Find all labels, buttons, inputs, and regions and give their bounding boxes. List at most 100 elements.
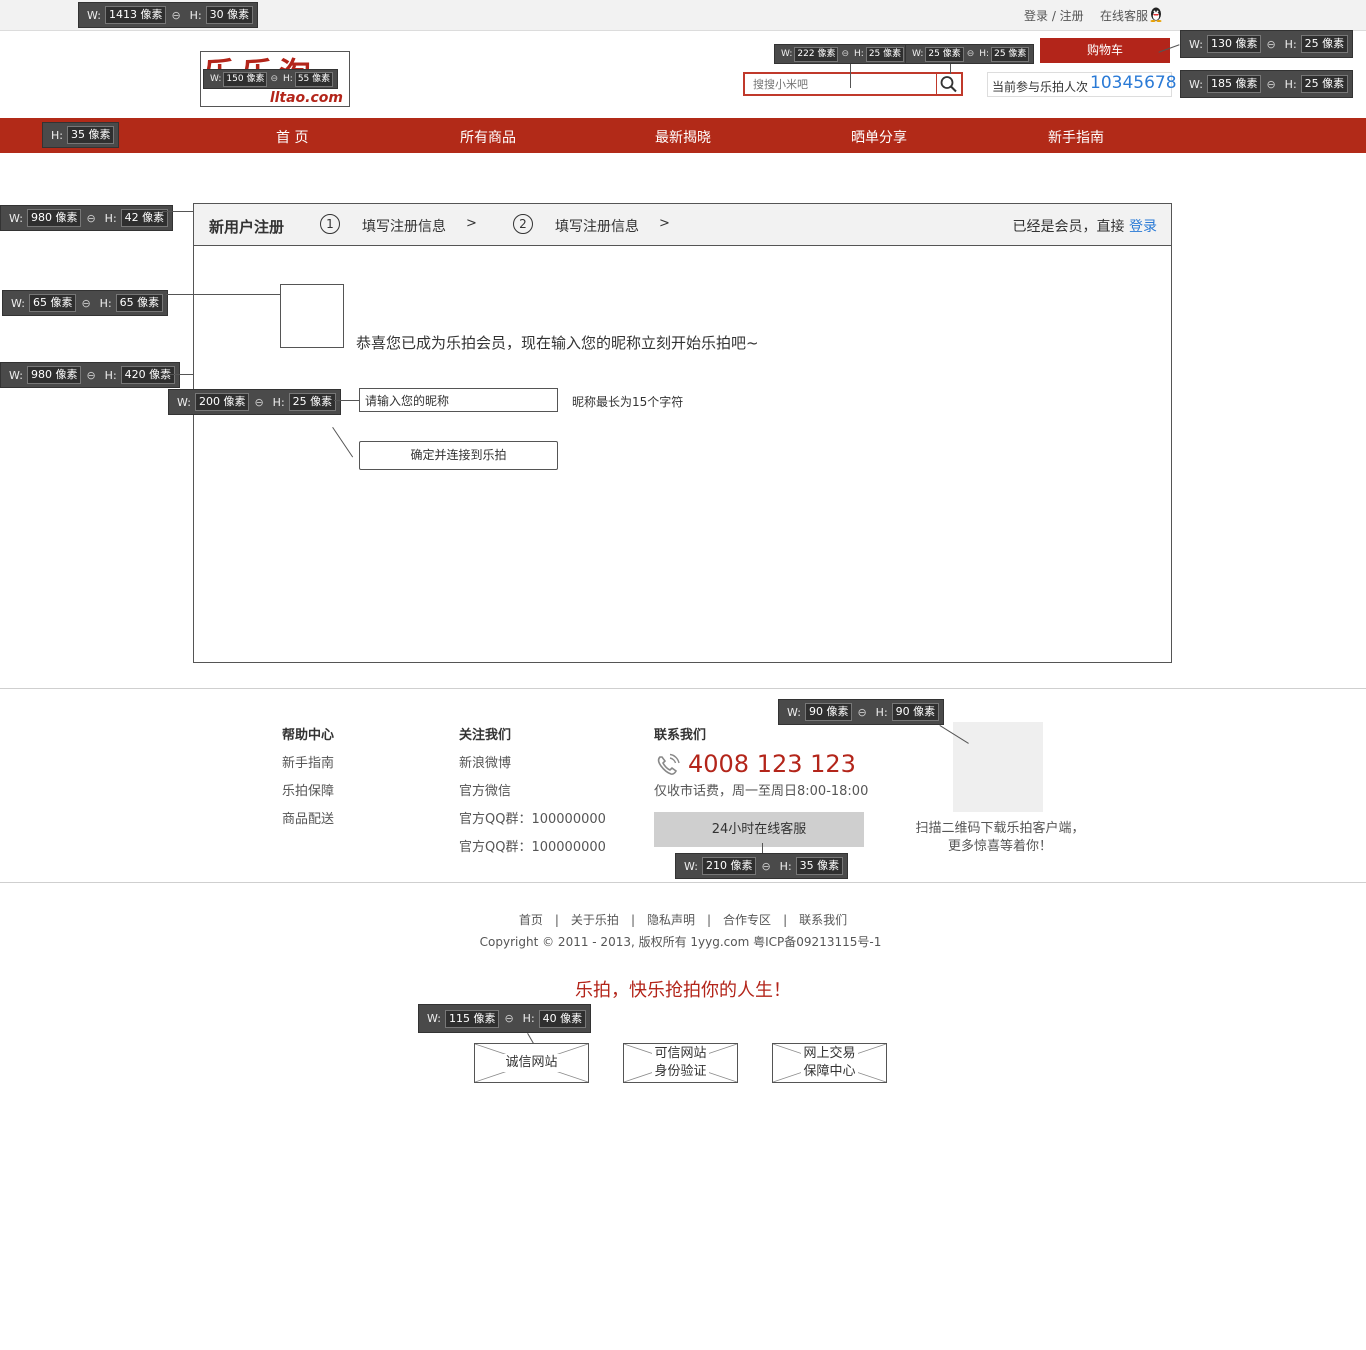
dimension-tag-panel: W: 980 像素 ⊖ H: 420 像素 xyxy=(0,362,181,388)
width-value: 1413 像素 xyxy=(104,6,167,24)
nav-latest-reveal[interactable]: 最新揭晓 xyxy=(655,127,711,147)
dimension-tag-cart: W: 130 像素 ⊖ H: 25 像素 xyxy=(1180,30,1354,58)
width-label: W: xyxy=(9,211,23,225)
height-label: H: xyxy=(854,49,864,59)
online-service-link[interactable]: 在线客服 xyxy=(1100,7,1148,24)
dimension-tag-service-button: W: 210 像素 ⊖ H: 35 像素 xyxy=(675,853,849,879)
follow-link-weibo[interactable]: 新浪微博 xyxy=(459,752,511,771)
help-link-delivery[interactable]: 商品配送 xyxy=(282,808,334,827)
width-label: W: xyxy=(210,74,222,84)
nav-home[interactable]: 首 页 xyxy=(276,127,308,147)
badge-identity-verified-label: 可信网站 身份验证 xyxy=(652,1045,709,1081)
width-value: 200 像素 xyxy=(194,393,250,411)
height-value: 25 像素 xyxy=(991,46,1030,62)
height-value: 25 像素 xyxy=(865,46,905,62)
dimension-tag-qr: W: 90 像素 ⊖ H: 90 像素 xyxy=(778,699,945,725)
dimension-tag-counter: W: 185 像素 ⊖ H: 25 像素 xyxy=(1180,70,1354,98)
help-link-guide[interactable]: 新手指南 xyxy=(282,752,334,771)
follow-link-wechat[interactable]: 官方微信 xyxy=(459,780,511,799)
width-value: 150 像素 xyxy=(223,71,268,87)
height-value: 25 像素 xyxy=(1300,75,1349,93)
link-chain-icon: ⊖ xyxy=(171,8,181,22)
link-chain-icon: ⊖ xyxy=(761,859,771,873)
link-chain-icon: ⊖ xyxy=(1266,77,1276,91)
online-service-button[interactable]: 24小时在线客服 xyxy=(654,812,864,847)
follow-link-qq-group-1[interactable]: 官方QQ群：100000000 xyxy=(459,808,606,827)
nickname-input[interactable] xyxy=(359,388,558,412)
login-link[interactable]: 登录 xyxy=(1129,219,1157,235)
footer-links: 首页 | 关于乐拍 | 隐私声明 | 合作专区 | 联系我们 xyxy=(0,911,1366,928)
counter-value: 10345678 xyxy=(1090,73,1177,93)
search-button[interactable] xyxy=(936,74,961,94)
footer-link-separator: | xyxy=(707,913,712,927)
height-value: 35 像素 xyxy=(66,126,115,144)
register-title: 新用户注册 xyxy=(209,218,285,236)
login-register-link[interactable]: 登录 / 注册 xyxy=(1024,7,1084,24)
contact-us-title: 联系我们 xyxy=(654,728,707,743)
footer-link-separator: | xyxy=(783,913,788,927)
footer-link-about[interactable]: 关于乐拍 xyxy=(571,913,619,927)
nickname-hint: 昵称最长为15个字符 xyxy=(572,395,684,409)
help-link-guarantee[interactable]: 乐拍保障 xyxy=(282,780,334,799)
height-value: 40 像素 xyxy=(538,1009,587,1028)
height-label: H: xyxy=(283,74,293,84)
width-label: W: xyxy=(1189,77,1203,91)
height-value: 25 像素 xyxy=(288,393,337,411)
footer-link-home[interactable]: 首页 xyxy=(519,913,543,927)
width-value: 980 像素 xyxy=(26,209,82,227)
footer-link-cooperation[interactable]: 合作专区 xyxy=(723,913,771,927)
nav-all-products[interactable]: 所有商品 xyxy=(460,127,516,147)
search-input[interactable] xyxy=(745,74,951,94)
cart-button[interactable]: 购物车 xyxy=(1040,38,1170,63)
width-label: W: xyxy=(11,296,25,310)
dimension-tag-search-button: W: 25 像素 ⊖ H: 25 像素 xyxy=(905,44,1035,64)
width-label: W: xyxy=(427,1012,441,1025)
width-value: 980 像素 xyxy=(26,366,82,384)
width-value: 90 像素 xyxy=(804,703,853,721)
avatar-placeholder xyxy=(280,284,344,348)
height-label: H: xyxy=(1284,37,1297,51)
width-value: 130 像素 xyxy=(1206,35,1262,53)
nav-share[interactable]: 晒单分享 xyxy=(851,127,907,147)
width-label: W: xyxy=(9,368,23,382)
dimension-tag-topbar: W: 1413 像素 ⊖ H: 30 像素 xyxy=(78,2,259,28)
dimension-tag-nav: H: 35 像素 xyxy=(42,122,120,148)
hotline-number: 4008 123 123 xyxy=(688,750,856,778)
height-label: H: xyxy=(875,705,888,719)
follow-us-title: 关注我们 xyxy=(459,728,512,743)
height-label: H: xyxy=(272,395,285,409)
width-value: 25 像素 xyxy=(925,46,964,62)
qq-penguin-icon[interactable] xyxy=(1149,6,1163,22)
height-label: H: xyxy=(522,1012,535,1025)
link-chain-icon: ⊖ xyxy=(1266,37,1276,51)
width-label: W: xyxy=(177,395,191,409)
footer-link-privacy[interactable]: 隐私声明 xyxy=(647,913,695,927)
link-chain-icon: ⊖ xyxy=(86,211,96,225)
width-label: W: xyxy=(912,49,924,59)
footer-link-separator: | xyxy=(554,913,559,927)
height-value: 420 像素 xyxy=(120,366,176,384)
link-chain-icon: ⊖ xyxy=(504,1012,514,1025)
dimension-tag-badge: W: 115 像素 ⊖ H: 40 像素 xyxy=(418,1004,592,1033)
annotation-leader xyxy=(762,843,763,853)
footer-link-contact[interactable]: 联系我们 xyxy=(799,913,847,927)
main-nav: 首 页 所有商品 最新揭晓 晒单分享 新手指南 xyxy=(0,118,1366,153)
badge-transaction-guarantee[interactable]: 网上交易 保障中心 xyxy=(772,1043,887,1083)
footer-link-separator: | xyxy=(630,913,635,927)
step-1-number: 1 xyxy=(320,214,340,234)
qr-code-placeholder xyxy=(953,722,1043,812)
link-chain-icon: ⊖ xyxy=(857,705,867,719)
height-label: H: xyxy=(189,8,202,22)
follow-link-qq-group-2[interactable]: 官方QQ群：100000000 xyxy=(459,836,606,855)
member-note: 已经是会员，直接 登录 xyxy=(1013,216,1157,236)
height-value: 30 像素 xyxy=(205,6,254,24)
step-1-arrow: > xyxy=(466,216,477,231)
nav-beginner-guide[interactable]: 新手指南 xyxy=(1048,127,1104,147)
badge-trusted-site[interactable]: 诚信网站 xyxy=(474,1043,589,1083)
confirm-connect-button[interactable]: 确定并连接到乐拍 xyxy=(359,441,558,470)
badge-identity-verified[interactable]: 可信网站 身份验证 xyxy=(623,1043,738,1083)
footer-divider-bottom xyxy=(0,882,1366,883)
dimension-tag-logo: W: 150 像素 ⊖ H: 55 像素 xyxy=(203,69,339,89)
congrats-message: 恭喜您已成为乐拍会员，现在输入您的昵称立刻开始乐拍吧~ xyxy=(356,334,759,352)
width-label: W: xyxy=(781,49,793,59)
